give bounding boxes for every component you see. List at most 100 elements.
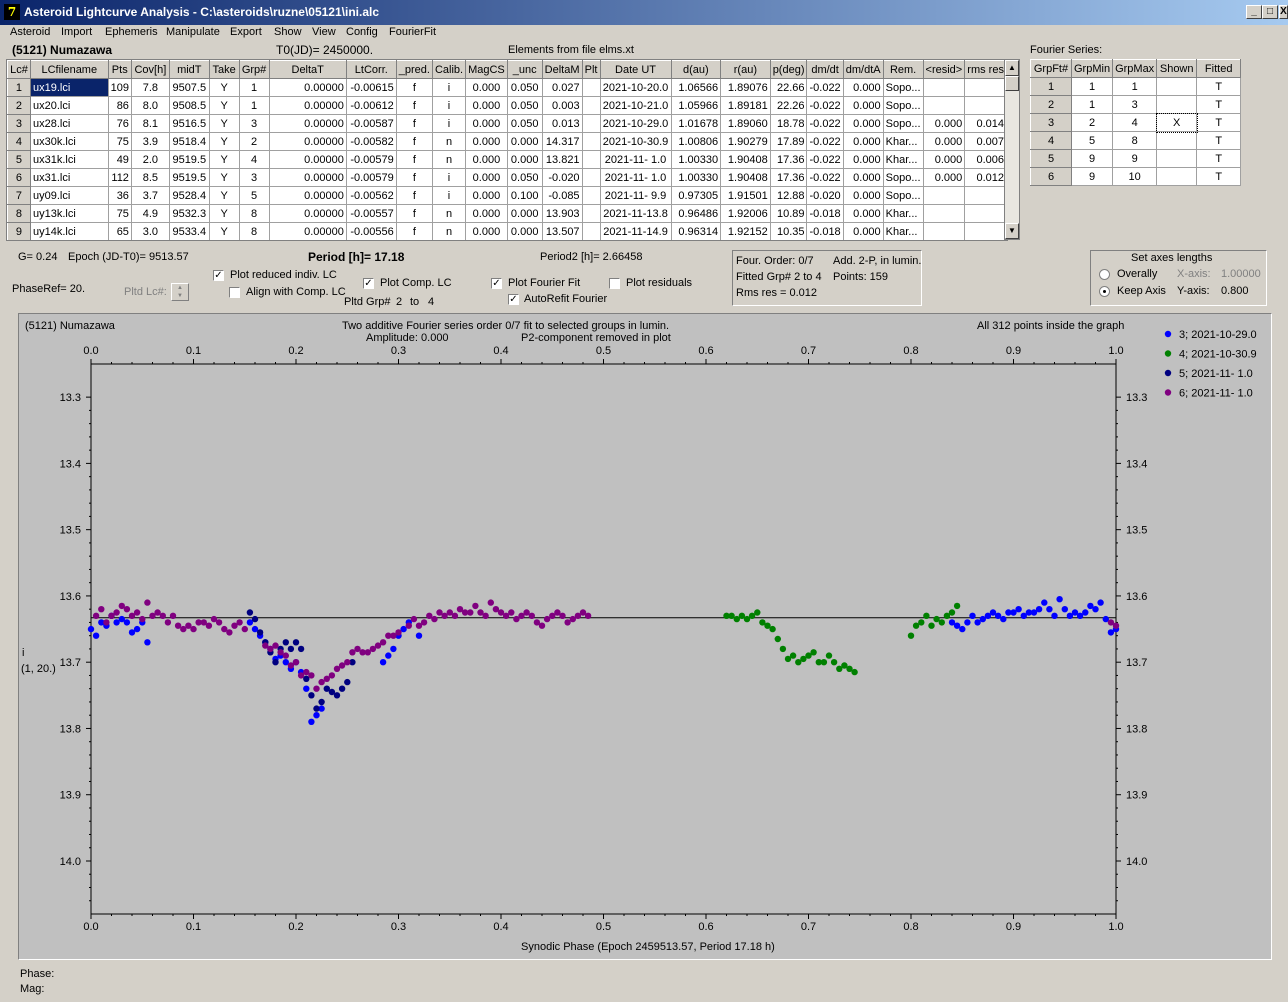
- lc-cell[interactable]: [922, 186, 966, 205]
- lc-row-number[interactable]: 4: [7, 132, 31, 151]
- lc-cell[interactable]: -0.00582: [345, 132, 397, 151]
- fourier-series-table[interactable]: GrpFt# GrpMin GrpMax Shown Fitted 111T213T32…: [1030, 59, 1242, 186]
- lc-cell[interactable]: [922, 78, 966, 97]
- lc-cell[interactable]: Khar...: [882, 132, 924, 151]
- lc-column-header[interactable]: LCfilename: [29, 60, 109, 79]
- lc-column-header[interactable]: Plt: [581, 60, 601, 79]
- lc-cell[interactable]: 2021-11- 1.0: [599, 168, 672, 187]
- lc-cell[interactable]: 0.000: [465, 204, 508, 223]
- lc-cell[interactable]: 0.000: [842, 204, 884, 223]
- lc-column-header[interactable]: Take: [208, 60, 240, 79]
- lc-cell[interactable]: [922, 204, 966, 223]
- fourier-cell[interactable]: 1: [1070, 77, 1114, 96]
- lc-cell[interactable]: uy09.lci: [29, 186, 109, 205]
- lc-cell[interactable]: 5: [238, 186, 270, 205]
- fourier-cell[interactable]: 2: [1070, 113, 1114, 132]
- lc-cell[interactable]: -0.022: [806, 114, 844, 133]
- lc-table-row[interactable]: 1 ux19.lci 109 7.8 9507.5 Y 1 0.00000 -0.00615 f i…: [7, 78, 1007, 97]
- lc-cell[interactable]: 1.05966: [670, 96, 722, 115]
- lc-cell[interactable]: ux28.lci: [29, 114, 109, 133]
- lc-cell[interactable]: 0.000: [506, 204, 543, 223]
- lc-column-header[interactable]: dm/dtA: [842, 60, 884, 79]
- lc-cell[interactable]: 1.89181: [720, 96, 771, 115]
- lc-cell[interactable]: 2021-10-29.0: [599, 114, 672, 133]
- lc-cell[interactable]: -0.00612: [345, 96, 397, 115]
- lc-cell[interactable]: 0.00000: [268, 168, 347, 187]
- lc-cell[interactable]: Y: [208, 96, 240, 115]
- lc-cell[interactable]: i: [431, 186, 467, 205]
- lc-cell[interactable]: [581, 96, 601, 115]
- lc-cell[interactable]: 0.00000: [268, 204, 347, 223]
- lc-table-row[interactable]: 9 uy14k.lci 65 3.0 9533.4 Y 8 0.00000 -0.00556 f n…: [7, 222, 1007, 240]
- lc-cell[interactable]: 0.00000: [268, 150, 347, 169]
- lc-cell[interactable]: -0.022: [806, 132, 844, 151]
- lc-cell[interactable]: [581, 132, 601, 151]
- lc-cell[interactable]: 10.35: [769, 222, 808, 240]
- lc-cell[interactable]: [581, 204, 601, 223]
- fourier-row-number[interactable]: 1: [1030, 77, 1072, 96]
- lc-cell[interactable]: [581, 222, 601, 240]
- lc-cell[interactable]: 1.90408: [720, 150, 771, 169]
- lc-cell[interactable]: 0.000: [465, 96, 508, 115]
- menu-ephemeris[interactable]: Ephemeris: [105, 26, 158, 38]
- lc-cell[interactable]: 0.027: [541, 78, 583, 97]
- lc-cell[interactable]: 9518.4: [168, 132, 210, 151]
- fourier-cell[interactable]: [1156, 77, 1198, 96]
- lc-cell[interactable]: 4.9: [130, 204, 170, 223]
- lc-cell[interactable]: Khar...: [882, 222, 924, 240]
- fourier-column-header[interactable]: GrpMax: [1112, 59, 1158, 78]
- lc-cell[interactable]: 9528.4: [168, 186, 210, 205]
- lc-column-header[interactable]: <resid>: [922, 60, 966, 79]
- lc-cell[interactable]: 13.903: [541, 204, 583, 223]
- lc-cell[interactable]: 8.1: [130, 114, 170, 133]
- lc-column-header[interactable]: DeltaM: [541, 60, 583, 79]
- fourier-cell[interactable]: [1156, 167, 1198, 186]
- lc-cell[interactable]: 0.050: [506, 96, 543, 115]
- menu-config[interactable]: Config: [346, 26, 378, 38]
- fourier-cell[interactable]: T: [1196, 77, 1242, 96]
- fourier-table-row[interactable]: 458 T: [1030, 131, 1242, 150]
- menu-asteroid[interactable]: Asteroid: [10, 26, 50, 38]
- lc-cell[interactable]: 3: [238, 168, 270, 187]
- lc-column-header[interactable]: _unc: [506, 60, 543, 79]
- lc-cell[interactable]: 1: [238, 78, 270, 97]
- lc-cell[interactable]: Y: [208, 222, 240, 240]
- close-button[interactable]: X: [1279, 5, 1288, 19]
- lc-cell[interactable]: [922, 222, 966, 240]
- lc-row-number[interactable]: 8: [7, 204, 31, 223]
- fourier-cell[interactable]: 8: [1112, 131, 1158, 150]
- fourier-cell[interactable]: 9: [1070, 149, 1114, 168]
- lc-cell[interactable]: [964, 222, 1007, 240]
- menu-export[interactable]: Export: [230, 26, 262, 38]
- lightcurve-grid[interactable]: Lc# LCfilename Pts Cov[h] midT Take Grp# DeltaT…: [7, 60, 1007, 240]
- lc-cell[interactable]: [581, 78, 601, 97]
- fourier-cell[interactable]: 1: [1112, 77, 1158, 96]
- lc-row-number[interactable]: 3: [7, 114, 31, 133]
- lc-cell[interactable]: 0.96314: [670, 222, 722, 240]
- lc-cell[interactable]: 3.0: [130, 222, 170, 240]
- fourier-cell[interactable]: 10: [1112, 167, 1158, 186]
- lc-cell[interactable]: [581, 186, 601, 205]
- lc-cell[interactable]: 112: [107, 168, 132, 187]
- plot-comp-checkbox[interactable]: ✓: [363, 278, 374, 289]
- lc-cell[interactable]: n: [431, 132, 467, 151]
- fourier-table-row[interactable]: 599T: [1030, 149, 1242, 168]
- fourier-cell[interactable]: 1: [1070, 95, 1114, 114]
- lc-cell[interactable]: f: [395, 222, 433, 240]
- lc-cell[interactable]: [964, 204, 1007, 223]
- lc-column-header[interactable]: Calib.: [431, 60, 467, 79]
- lc-cell[interactable]: 0.00000: [268, 96, 347, 115]
- fourier-table-row[interactable]: 324XT: [1030, 112, 1242, 133]
- lc-cell[interactable]: [581, 114, 601, 133]
- menu-import[interactable]: Import: [61, 26, 92, 38]
- scroll-up-icon[interactable]: ▲: [1005, 60, 1019, 76]
- lc-cell[interactable]: 1.00330: [670, 168, 722, 187]
- lc-cell[interactable]: 9519.5: [168, 168, 210, 187]
- lc-column-header[interactable]: Cov[h]: [130, 60, 170, 79]
- pltd-grp-from[interactable]: 2: [396, 296, 402, 308]
- lc-cell[interactable]: ux20.lci: [29, 96, 109, 115]
- lc-cell[interactable]: ux30k.lci: [29, 132, 109, 151]
- lc-cell[interactable]: 1.06566: [670, 78, 722, 97]
- lc-cell[interactable]: 7.8: [130, 78, 170, 97]
- lc-cell[interactable]: i: [431, 78, 467, 97]
